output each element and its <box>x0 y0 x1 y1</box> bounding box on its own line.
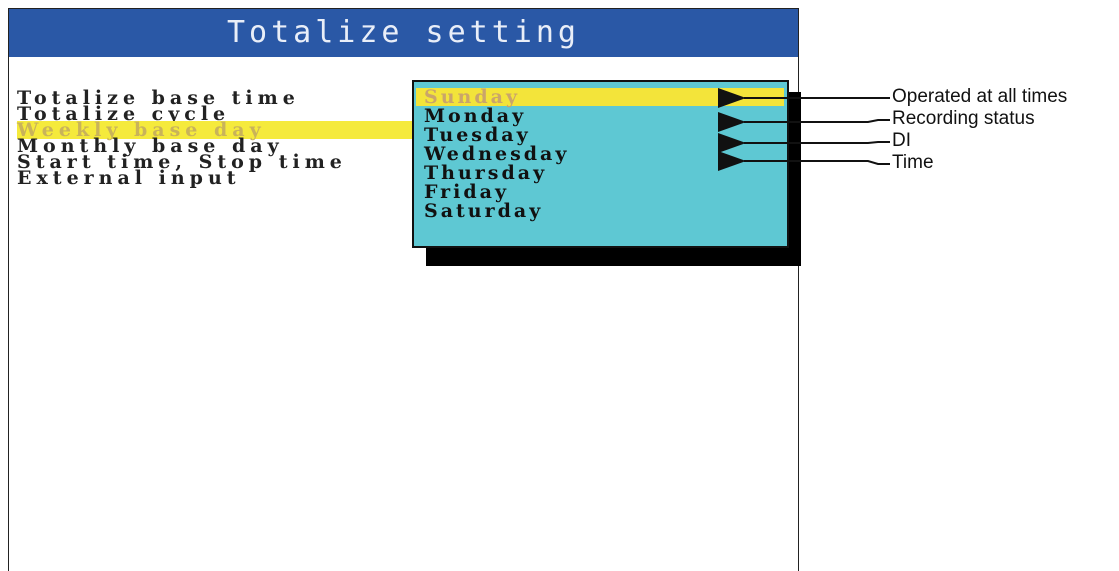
dropdown-option-saturday[interactable]: Saturday <box>424 202 543 221</box>
annotation-label-time: Time <box>892 152 934 173</box>
dropdown-option-wednesday[interactable]: Wednesday <box>424 145 569 164</box>
dropdown-option-friday[interactable]: Friday <box>424 183 509 202</box>
menu-item-external-input[interactable]: External input <box>17 169 241 188</box>
dropdown-option-sunday[interactable]: Sunday <box>416 88 784 107</box>
dropdown-option-tuesday[interactable]: Tuesday <box>424 126 531 145</box>
screen-title: Totalize setting <box>9 9 798 57</box>
annotation-label-di: DI <box>892 130 911 151</box>
dropdown-option-monday[interactable]: Monday <box>424 107 526 126</box>
annotation-label-operated: Operated at all times <box>892 86 1068 107</box>
dropdown-option-thursday[interactable]: Thursday <box>424 164 547 183</box>
weekly-base-day-dropdown[interactable]: Sunday Monday Tuesday Wednesday Thursday… <box>412 80 789 248</box>
annotation-label-recording-status: Recording status <box>892 108 1035 129</box>
